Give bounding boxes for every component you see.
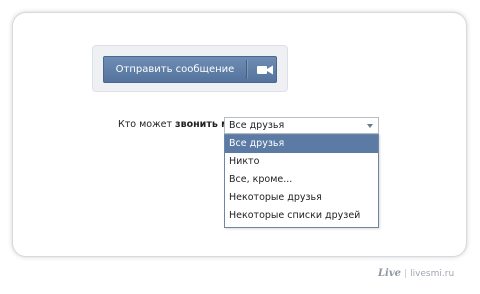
- watermark-logo: Live: [378, 268, 402, 279]
- dropdown-option-nobody[interactable]: Никто: [225, 153, 378, 171]
- dropdown-option-some-friend-lists[interactable]: Некоторые списки друзей: [225, 207, 378, 225]
- call-permission-label-prefix: Кто может: [118, 119, 176, 130]
- dropdown-option-all-friends[interactable]: Все друзья: [225, 135, 378, 153]
- button-divider: [246, 60, 247, 79]
- send-message-button[interactable]: Отправить сообщение: [103, 56, 277, 83]
- dropdown-option-some-friends[interactable]: Некоторые друзья: [225, 189, 378, 207]
- call-permission-selected-value: Все друзья: [229, 120, 285, 131]
- send-message-panel: Отправить сообщение: [92, 45, 288, 92]
- call-permission-dropdown: Все друзья Никто Все, кроме... Некоторые…: [224, 134, 379, 228]
- watermark-site: livesmi.ru: [410, 269, 455, 279]
- dropdown-option-all-except[interactable]: Все, кроме...: [225, 171, 378, 189]
- watermark: Live | livesmi.ru: [378, 266, 454, 282]
- call-permission-label: Кто может звонить мне: [118, 118, 242, 132]
- video-camera-icon[interactable]: [257, 65, 273, 75]
- call-permission-select[interactable]: Все друзья: [224, 117, 379, 134]
- send-message-label: Отправить сообщение: [115, 64, 235, 75]
- chevron-down-icon[interactable]: [367, 124, 373, 128]
- watermark-divider: |: [404, 269, 408, 279]
